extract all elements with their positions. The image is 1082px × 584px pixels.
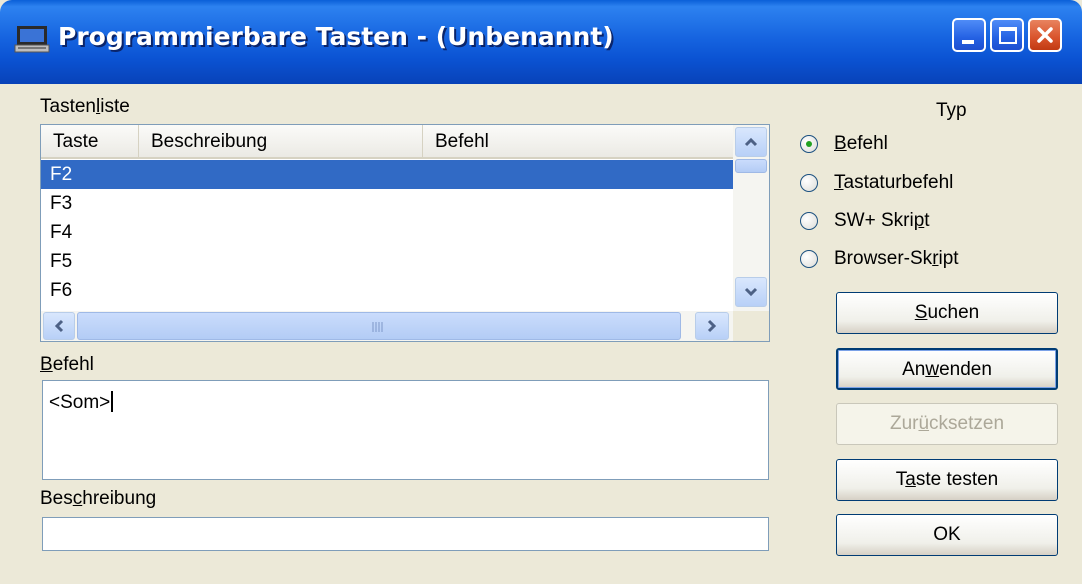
test-key-button[interactable]: Taste testen	[836, 459, 1058, 501]
apply-button[interactable]: Anwenden	[836, 348, 1058, 390]
column-header-taste[interactable]: Taste	[41, 125, 139, 157]
description-label: Beschreibung	[40, 488, 157, 509]
radio-unchecked-icon	[800, 212, 818, 230]
close-button[interactable]	[1028, 18, 1062, 52]
list-item-f2[interactable]: F2	[41, 160, 733, 189]
title-bar[interactable]: Programmierbare Tasten - (Unbenannt)	[0, 0, 1082, 84]
search-button[interactable]: Suchen	[836, 292, 1058, 334]
minimize-button[interactable]	[952, 18, 986, 52]
command-label: Befehl	[40, 354, 94, 375]
chevron-left-icon	[54, 319, 64, 333]
radio-unchecked-icon	[800, 250, 818, 268]
command-input[interactable]: <Som>	[42, 380, 769, 480]
radio-sw-skript-label: SW+ Skript	[834, 210, 930, 231]
type-label: Typ	[936, 100, 967, 121]
close-icon	[1037, 27, 1053, 43]
window-title: Programmierbare Tasten - (Unbenannt)	[58, 22, 614, 51]
radio-befehl[interactable]: Befehl	[800, 130, 888, 158]
maximize-button[interactable]	[990, 18, 1024, 52]
list-item-f4[interactable]: F4	[41, 218, 733, 247]
ok-button[interactable]: OK	[836, 514, 1058, 556]
list-header: Taste Beschreibung Befehl	[41, 125, 733, 159]
scrollbar-corner	[733, 311, 769, 341]
list-item-f5[interactable]: F5	[41, 247, 733, 276]
radio-befehl-label: Befehl	[834, 133, 888, 154]
vertical-scroll-thumb[interactable]	[735, 159, 767, 173]
radio-tastaturbefehl[interactable]: Tastaturbefehl	[800, 169, 953, 197]
scroll-down-button[interactable]	[735, 277, 767, 307]
chevron-up-icon	[744, 137, 758, 147]
reset-button[interactable]: Zurücksetzen	[836, 403, 1058, 445]
vertical-scrollbar[interactable]	[733, 125, 769, 311]
radio-unchecked-icon	[800, 174, 818, 192]
computer-icon	[14, 26, 50, 53]
radio-tastaturbefehl-label: Tastaturbefehl	[834, 172, 954, 193]
command-value: <Som>	[49, 392, 111, 413]
maximize-icon	[999, 27, 1017, 44]
grip-icon	[372, 322, 383, 332]
chevron-right-icon	[707, 319, 717, 333]
radio-browser-skript-label: Browser-Skript	[834, 248, 959, 269]
column-header-befehl[interactable]: Befehl	[423, 125, 733, 157]
key-list[interactable]: Taste Beschreibung Befehl F2 F3 F4 F5 F6	[40, 124, 770, 342]
description-input[interactable]	[42, 517, 769, 551]
list-item-f3[interactable]: F3	[41, 189, 733, 218]
text-cursor	[111, 391, 114, 412]
scroll-left-button[interactable]	[43, 312, 75, 340]
minimize-icon	[962, 40, 974, 44]
radio-sw-skript[interactable]: SW+ Skript	[800, 207, 930, 235]
scroll-right-button[interactable]	[695, 312, 729, 340]
horizontal-scrollbar[interactable]	[41, 311, 733, 341]
keylist-label: Tastenliste	[40, 96, 130, 117]
scroll-up-button[interactable]	[735, 127, 767, 157]
chevron-down-icon	[744, 287, 758, 297]
radio-browser-skript[interactable]: Browser-Skript	[800, 245, 959, 273]
radio-checked-icon	[800, 135, 818, 153]
horizontal-scroll-thumb[interactable]	[77, 312, 681, 340]
column-header-beschreibung[interactable]: Beschreibung	[139, 125, 423, 157]
list-item-f6[interactable]: F6	[41, 276, 733, 305]
